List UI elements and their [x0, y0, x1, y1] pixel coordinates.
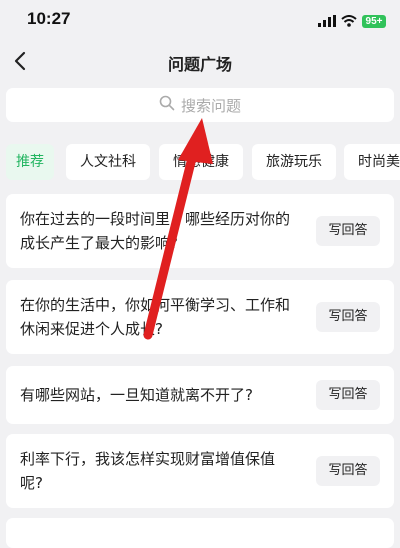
write-answer-button[interactable]: 写回答: [316, 456, 380, 486]
search-input[interactable]: 搜索问题: [6, 88, 394, 122]
question-text: 有哪些网站，一旦知道就离不开了?: [20, 386, 253, 404]
tab-recommend[interactable]: 推荐: [6, 144, 54, 180]
page-title: 问题广场: [167, 55, 232, 74]
tab-humanities[interactable]: 人文社科: [66, 144, 150, 180]
question-card[interactable]: 你在过去的一段时间里，哪些经历对你的成长产生了最大的影响? 写回答: [6, 194, 394, 268]
tab-fashion[interactable]: 时尚美妆: [344, 144, 400, 180]
search-placeholder: 搜索问题: [180, 96, 241, 115]
write-answer-button[interactable]: 写回答: [316, 302, 380, 332]
wifi-icon: [341, 12, 357, 31]
write-answer-button[interactable]: 写回答: [316, 380, 380, 410]
battery-icon: 95+: [362, 15, 386, 28]
status-time: 10:27: [27, 9, 71, 28]
status-bar: 10:27 95+: [0, 0, 400, 38]
status-icons: 95+: [318, 12, 386, 31]
question-text: 在你的生活中，你如何平衡学习、工作和休闲来促进个人成长?: [20, 296, 291, 338]
search-icon: [159, 95, 175, 115]
write-answer-button[interactable]: 写回答: [316, 216, 380, 246]
question-card[interactable]: 在你的生活中，你如何平衡学习、工作和休闲来促进个人成长? 写回答: [6, 280, 394, 354]
question-card[interactable]: 有哪些网站，一旦知道就离不开了? 写回答: [6, 366, 394, 424]
question-text: 你在过去的一段时间里，哪些经历对你的成长产生了最大的影响?: [20, 210, 291, 252]
tab-travel[interactable]: 旅游玩乐: [252, 144, 336, 180]
nav-bar: 问题广场: [0, 42, 400, 82]
category-tabs: 推荐 人文社科 情感健康 旅游玩乐 时尚美妆: [0, 144, 400, 184]
question-card[interactable]: [6, 518, 394, 548]
question-text: 利率下行，我该怎样实现财富增值保值呢?: [20, 450, 276, 492]
tab-emotion-health[interactable]: 情感健康: [159, 144, 243, 180]
signal-icon: [318, 12, 336, 31]
question-card[interactable]: 利率下行，我该怎样实现财富增值保值呢? 写回答: [6, 434, 394, 508]
